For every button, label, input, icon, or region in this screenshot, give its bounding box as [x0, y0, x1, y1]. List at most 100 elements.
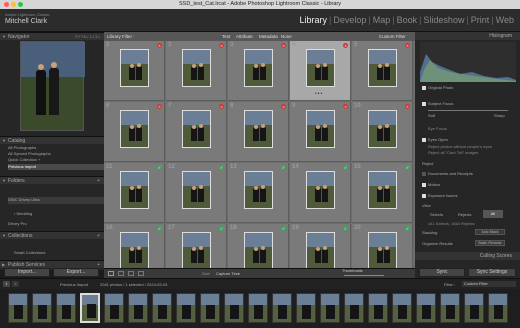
loupe-view-icon[interactable] — [118, 271, 124, 276]
reject-flag-icon[interactable]: × — [157, 43, 162, 48]
survey-view-icon[interactable] — [138, 271, 144, 276]
reject-flag-icon[interactable]: × — [343, 43, 348, 48]
filter-metadata-tab[interactable]: Metadata — [259, 32, 278, 41]
reject-flag-icon[interactable]: × — [405, 43, 410, 48]
filmstrip-thumb[interactable] — [488, 293, 508, 323]
exposure-check[interactable]: Exposure Issues — [422, 193, 458, 198]
filmstrip-filter-select[interactable]: Custom Filter — [462, 281, 516, 287]
filmstrip-thumb[interactable] — [272, 293, 292, 323]
filmstrip-thumb[interactable] — [80, 293, 100, 323]
grid-cell[interactable]: 14 ✓ — [290, 163, 351, 223]
filmstrip-thumb[interactable] — [296, 293, 316, 323]
grid-cell[interactable]: 10 × — [352, 102, 413, 162]
sync-settings-button[interactable]: Sync Settings — [468, 268, 516, 277]
grid-thumbnail[interactable] — [120, 232, 149, 270]
filmstrip-thumb[interactable] — [344, 293, 364, 323]
reject-flag-icon[interactable]: × — [343, 104, 348, 109]
grid-thumbnail[interactable] — [120, 171, 149, 209]
histogram-header[interactable]: Histogram — [415, 32, 520, 40]
sort-select[interactable]: Capture Time — [216, 271, 240, 276]
filmstrip-thumb[interactable] — [32, 293, 52, 323]
pick-flag-icon[interactable]: ✓ — [405, 165, 410, 170]
reject-flag-icon[interactable]: × — [405, 104, 410, 109]
pick-flag-icon[interactable]: ✓ — [281, 226, 286, 231]
grid-cell[interactable]: 11 ✓ — [104, 163, 165, 223]
grid-cell[interactable]: 6 × — [104, 102, 165, 162]
grid-cell[interactable]: 9 × — [290, 102, 351, 162]
filmstrip-thumb[interactable] — [56, 293, 76, 323]
filter-none-tab[interactable]: None — [281, 32, 292, 41]
reject-flag-icon[interactable]: × — [219, 104, 224, 109]
auto-stack-button[interactable]: Auto Stack — [475, 229, 505, 235]
close-window-button[interactable] — [4, 2, 9, 7]
grid-cell[interactable]: 7 × — [166, 102, 227, 162]
reject-flag-icon[interactable]: × — [157, 104, 162, 109]
pick-flag-icon[interactable]: ✓ — [343, 226, 348, 231]
filmstrip-thumb[interactable] — [128, 293, 148, 323]
filmstrip-thumb[interactable] — [248, 293, 268, 323]
view-selects-button[interactable]: Selects — [430, 212, 443, 217]
filmstrip-thumb[interactable] — [368, 293, 388, 323]
minimize-window-button[interactable] — [11, 2, 16, 7]
view-all-button[interactable]: All — [483, 210, 503, 218]
filmstrip-thumb[interactable] — [104, 293, 124, 323]
navigator-zoom[interactable]: FIT FILL 1:1 3:1 — [75, 33, 100, 41]
filmstrip-thumb[interactable] — [224, 293, 244, 323]
filter-text-tab[interactable]: Text — [222, 32, 230, 41]
export-button[interactable]: Export... — [53, 268, 99, 277]
filmstrip-thumb[interactable] — [320, 293, 340, 323]
filmstrip-thumb[interactable] — [152, 293, 172, 323]
compare-view-icon[interactable] — [128, 271, 134, 276]
grid-cell[interactable]: 15 ✓ — [352, 163, 413, 223]
focus-slider[interactable] — [428, 110, 508, 111]
pick-flag-icon[interactable]: ✓ — [219, 226, 224, 231]
reject-flag-icon[interactable]: × — [281, 104, 286, 109]
grid-thumbnail[interactable] — [306, 171, 335, 209]
pick-flag-icon[interactable]: ✓ — [343, 165, 348, 170]
grid-cell[interactable]: 5 × — [352, 41, 413, 101]
publish-header[interactable]: ▶ Publish Services + — [0, 260, 104, 268]
module-print[interactable]: Print — [471, 15, 490, 25]
batch-rename-button[interactable]: Batch Rename — [475, 240, 505, 246]
grid-thumbnail[interactable] — [182, 232, 211, 270]
motion-check[interactable]: Motion — [422, 182, 440, 187]
documents-check[interactable]: Documents and Receipts — [422, 171, 473, 176]
pick-flag-icon[interactable]: ✓ — [219, 165, 224, 170]
filmstrip-source[interactable]: Previous Import — [60, 282, 88, 287]
pick-flag-icon[interactable]: ✓ — [281, 165, 286, 170]
grid-thumbnail[interactable] — [306, 110, 335, 148]
eyes-open-check[interactable]: Eyes Open — [422, 137, 448, 142]
grid-cell[interactable]: 12 ✓ — [166, 163, 227, 223]
zoom-window-button[interactable] — [18, 2, 23, 7]
module-map[interactable]: Map — [373, 15, 391, 25]
grid-thumbnail[interactable] — [244, 171, 273, 209]
navigator-preview[interactable] — [20, 41, 85, 131]
grid-thumbnail[interactable] — [368, 171, 397, 209]
collections-header[interactable]: ▼ Collections + — [0, 231, 104, 239]
grid-thumbnail[interactable] — [368, 110, 397, 148]
grid-cell[interactable]: 3 × — [228, 41, 289, 101]
import-button[interactable]: Import... — [4, 268, 50, 277]
grid-thumbnail[interactable] — [182, 49, 211, 87]
original-photo-check[interactable]: Original Photo — [422, 85, 453, 90]
culling-scores-header[interactable]: Culling Scores — [415, 252, 520, 260]
module-library[interactable]: Library — [299, 15, 327, 25]
grid-thumbnail[interactable] — [306, 232, 335, 270]
module-develop[interactable]: Develop — [333, 15, 366, 25]
grid-thumbnail[interactable] — [182, 110, 211, 148]
subject-focus-check[interactable]: Subject Focus — [422, 101, 453, 106]
grid-view-icon[interactable] — [108, 271, 114, 276]
grid-thumbnail[interactable] — [182, 171, 211, 209]
pick-flag-icon[interactable]: ✓ — [157, 165, 162, 170]
grid-cell[interactable]: 13 ✓ — [228, 163, 289, 223]
custom-filter-select[interactable]: Custom Filter — [379, 32, 406, 41]
grid-thumbnail[interactable] — [120, 49, 149, 87]
filmstrip-thumb[interactable] — [8, 293, 28, 323]
filmstrip-thumb[interactable] — [176, 293, 196, 323]
thumbnail-size-slider[interactable] — [344, 275, 384, 276]
grid-thumbnail[interactable] — [244, 110, 273, 148]
grid-thumbnail[interactable] — [244, 49, 273, 87]
filmstrip-thumb[interactable] — [440, 293, 460, 323]
reject-flag-icon[interactable]: × — [281, 43, 286, 48]
module-book[interactable]: Book — [397, 15, 418, 25]
